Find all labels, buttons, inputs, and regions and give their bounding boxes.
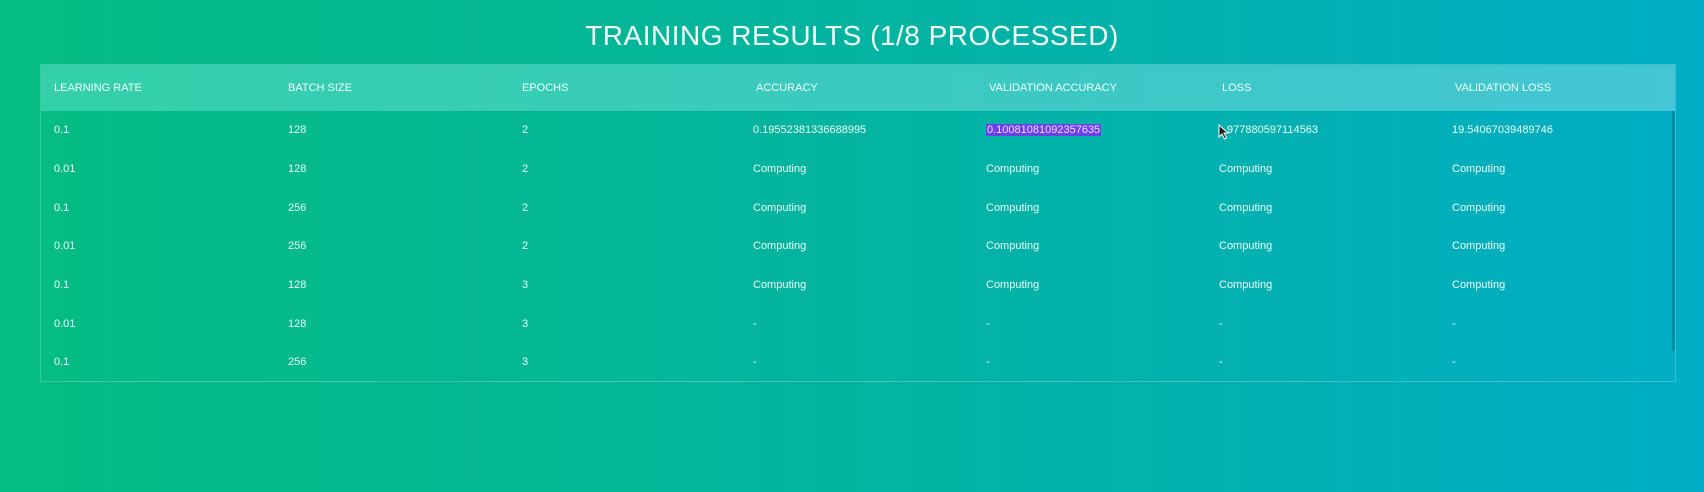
cell-validation-accuracy: Computing [986, 201, 1040, 214]
cell-accuracy: - [753, 317, 757, 330]
header-validation-loss[interactable]: VALIDATION LOSS [1442, 82, 1677, 94]
cell-loss: - [1219, 356, 1223, 369]
cell-validation-loss: Computing [1452, 279, 1506, 292]
header-epochs[interactable]: EPOCHS [509, 82, 743, 94]
cell-validation-accuracy: Computing [986, 240, 1040, 253]
cell-batch-size: 128 [288, 317, 307, 330]
cell-epochs: 3 [522, 356, 529, 369]
header-loss[interactable]: LOSS [1209, 82, 1442, 94]
training-results-table: LEARNING RATE BATCH SIZE EPOCHS ACCURACY… [40, 64, 1676, 382]
cell-validation-loss: Computing [1452, 240, 1506, 253]
table-row[interactable]: 0.01 128 3 - - - - [41, 304, 1675, 343]
cell-validation-accuracy: Computing [986, 279, 1040, 292]
cell-validation-loss: - [1452, 356, 1456, 369]
header-accuracy[interactable]: ACCURACY [743, 82, 976, 94]
cell-accuracy: - [753, 356, 757, 369]
cell-accuracy: Computing [753, 201, 807, 214]
cell-validation-loss: Computing [1452, 163, 1506, 176]
cell-batch-size: 256 [288, 201, 307, 214]
cell-accuracy: 0.19552381336688995 [753, 124, 867, 137]
cell-validation-loss: 19.54067039489746 [1452, 124, 1553, 137]
cell-validation-loss: - [1452, 317, 1456, 330]
cell-learning-rate: 0.01 [54, 163, 76, 176]
cell-accuracy: Computing [753, 279, 807, 292]
cell-learning-rate: 0.01 [54, 317, 76, 330]
cell-epochs: 2 [522, 124, 529, 137]
cell-validation-accuracy[interactable]: 0.10081081092357635 [976, 124, 1209, 137]
cell-loss: 977880597114563 [1227, 124, 1318, 137]
table-row[interactable]: 0.01 256 2 Computing Computing Computing… [41, 227, 1675, 266]
table-header: LEARNING RATE BATCH SIZE EPOCHS ACCURACY… [41, 65, 1675, 111]
header-batch-size[interactable]: BATCH SIZE [275, 82, 509, 94]
table-row[interactable]: 0.1 128 3 Computing Computing Computing … [41, 266, 1675, 305]
table-row[interactable]: 0.1 256 2 Computing Computing Computing … [41, 188, 1675, 227]
cell-validation-accuracy: - [986, 356, 990, 369]
mouse-pointer-icon [1218, 124, 1230, 140]
cell-batch-size: 128 [288, 163, 307, 176]
table-row[interactable]: 0.1 128 2 0.19552381336688995 0.10081081… [41, 111, 1675, 150]
cell-epochs: 3 [522, 279, 529, 292]
cell-validation-accuracy: - [986, 317, 990, 330]
cell-loss: Computing [1219, 240, 1273, 253]
table-row[interactable]: 0.1 256 3 - - - - [41, 343, 1675, 382]
table-scrollbar[interactable] [1672, 111, 1675, 351]
cell-epochs: 3 [522, 317, 529, 330]
page-title: TRAINING RESULTS (1/8 PROCESSED) [585, 20, 1119, 51]
cell-batch-size: 128 [288, 124, 307, 137]
cell-loss: - [1219, 317, 1223, 330]
header-learning-rate[interactable]: LEARNING RATE [41, 82, 275, 94]
cell-batch-size: 128 [288, 279, 307, 292]
cell-loss: Computing [1219, 201, 1273, 214]
table-body: 0.1 128 2 0.19552381336688995 0.10081081… [41, 111, 1675, 381]
selected-text[interactable]: 0.10081081092357635 [986, 124, 1102, 137]
cell-learning-rate: 0.01 [54, 240, 76, 253]
cell-batch-size: 256 [288, 356, 307, 369]
cell-accuracy: Computing [753, 163, 807, 176]
cell-learning-rate: 0.1 [54, 279, 70, 292]
cell-epochs: 2 [522, 240, 529, 253]
cell-validation-accuracy: Computing [986, 163, 1040, 176]
cell-learning-rate: 0.1 [54, 201, 70, 214]
cell-epochs: 2 [522, 163, 529, 176]
cell-validation-loss: Computing [1452, 201, 1506, 214]
cell-loss: Computing [1219, 279, 1273, 292]
cell-batch-size: 256 [288, 240, 307, 253]
header-validation-accuracy[interactable]: VALIDATION ACCURACY [976, 82, 1209, 94]
cell-epochs: 2 [522, 201, 529, 214]
cell-learning-rate: 0.1 [54, 356, 70, 369]
table-row[interactable]: 0.01 128 2 Computing Computing Computing… [41, 150, 1675, 189]
cell-learning-rate: 0.1 [54, 124, 70, 137]
cell-accuracy: Computing [753, 240, 807, 253]
cell-loss: Computing [1219, 163, 1273, 176]
